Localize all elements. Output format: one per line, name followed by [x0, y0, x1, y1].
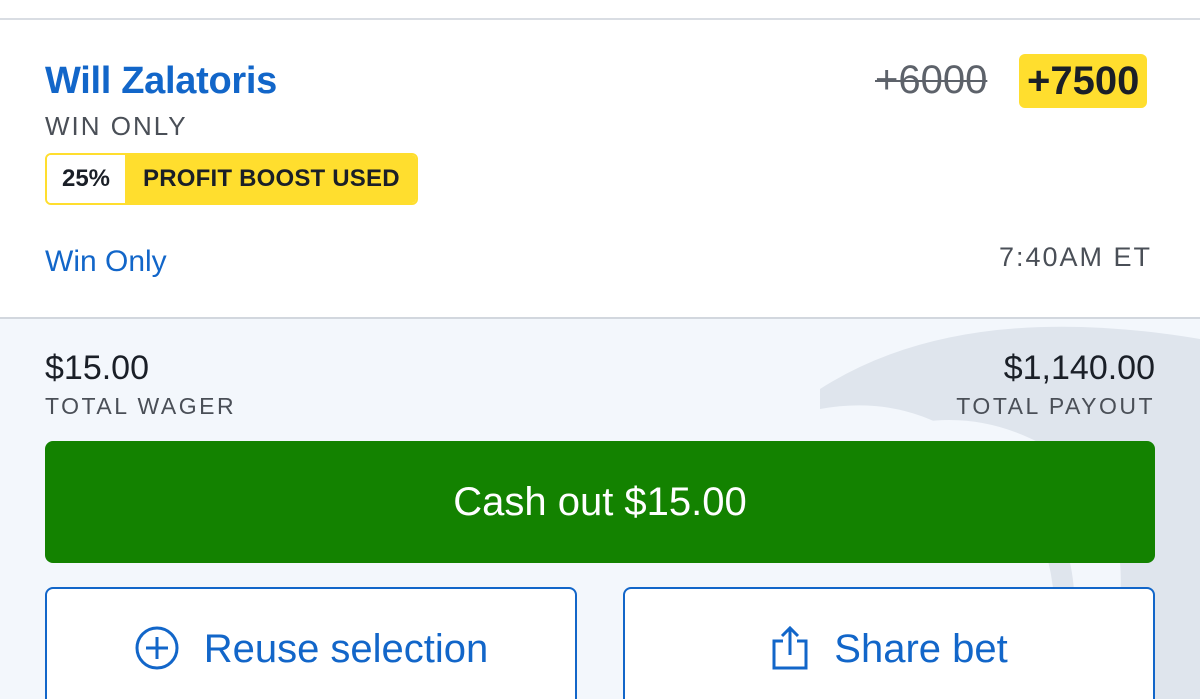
reuse-selection-button[interactable]: Reuse selection: [45, 587, 577, 699]
total-wager-label: TOTAL WAGER: [45, 393, 237, 419]
player-name[interactable]: Will Zalatoris: [45, 60, 277, 103]
profit-boost-badge: 25% PROFIT BOOST USED: [45, 153, 418, 205]
boost-percent: 25%: [47, 155, 127, 203]
share-bet-button[interactable]: Share bet: [623, 587, 1155, 699]
share-bet-label: Share bet: [834, 627, 1008, 671]
total-wager-value: $15.00: [45, 349, 149, 387]
total-payout-value: $1,140.00: [1003, 349, 1155, 387]
boost-label: PROFIT BOOST USED: [127, 155, 416, 203]
event-start-time: 7:40AM ET: [998, 242, 1152, 272]
cash-out-button[interactable]: Cash out $15.00: [45, 441, 1155, 563]
plus-circle-icon: [134, 625, 180, 681]
original-odds: +6000: [875, 58, 988, 102]
bet-summary-footer: $15.00 TOTAL WAGER $1,140.00 TOTAL PAYOU…: [0, 319, 1200, 699]
total-payout-label: TOTAL PAYOUT: [956, 393, 1155, 419]
reuse-selection-label: Reuse selection: [203, 627, 489, 671]
boosted-odds: +7500: [1019, 54, 1148, 108]
market-type-label: WIN ONLY: [45, 111, 188, 141]
share-icon: [770, 625, 810, 681]
market-link[interactable]: Win Only: [45, 245, 167, 279]
